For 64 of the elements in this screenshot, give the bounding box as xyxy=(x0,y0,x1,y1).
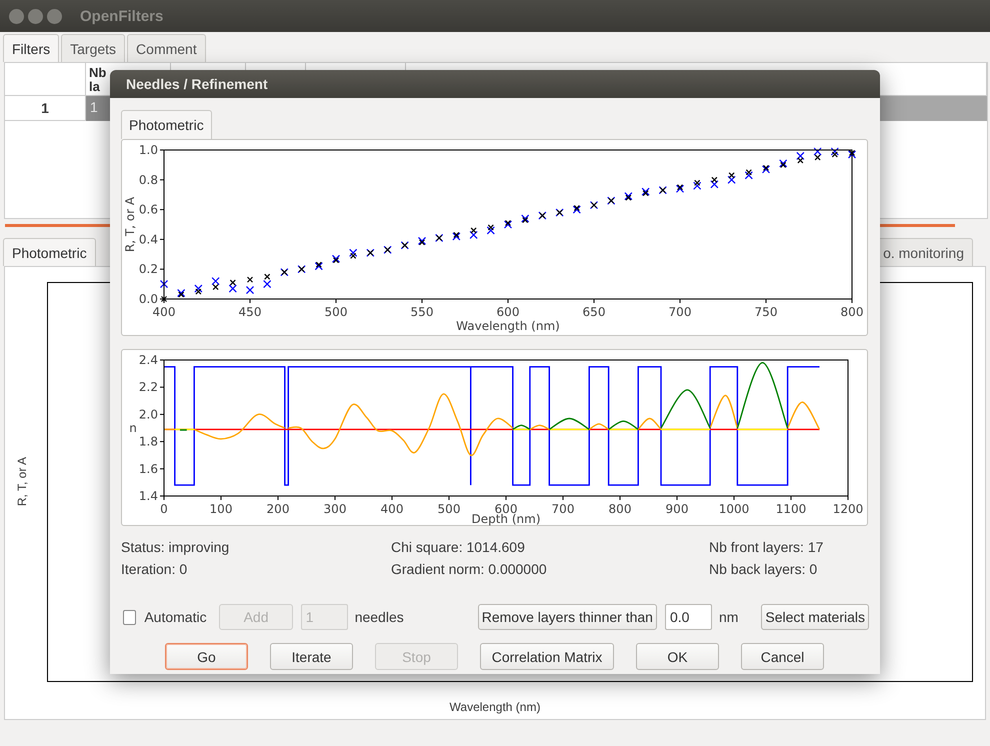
tick-label: 700 xyxy=(552,502,574,516)
axis-label: n xyxy=(129,421,137,435)
tick-label: 200 xyxy=(266,502,290,516)
status-text: Chi square: 1014.609 xyxy=(391,539,526,555)
tick-label: 1.0 xyxy=(138,143,158,157)
tab[interactable]: Comment xyxy=(127,34,206,62)
dialog-button[interactable]: Iterate xyxy=(270,643,353,670)
dialog-button[interactable]: OK xyxy=(636,643,719,670)
status-text: Nb back layers: 0 xyxy=(709,561,818,577)
tab[interactable]: Photometric xyxy=(121,110,212,139)
tick-label: 0 xyxy=(160,502,168,516)
tick-label: 500 xyxy=(438,502,460,516)
tick-label: 900 xyxy=(666,502,688,516)
tick-label: 0.6 xyxy=(138,202,158,217)
thickness-field[interactable]: 0.0 xyxy=(664,604,712,630)
tick-label: 0.2 xyxy=(138,262,158,276)
tick-label: 1100 xyxy=(776,502,806,516)
tick-label: 1000 xyxy=(718,502,750,516)
tick-label: 600 xyxy=(496,305,520,319)
tick-label: 2.0 xyxy=(138,407,158,422)
tick-label: 100 xyxy=(210,502,232,516)
row-header: 1 xyxy=(5,96,86,121)
tab[interactable]: Photometric xyxy=(3,238,96,266)
tick-label: 650 xyxy=(582,305,606,319)
tick-label: 1200 xyxy=(832,502,864,516)
select-materials-button[interactable]: Select materials xyxy=(761,604,869,630)
dialog-title: Needles / Refinement xyxy=(110,70,880,98)
status-text: Status: improving xyxy=(121,539,230,555)
axis-label: Wavelength (nm) xyxy=(456,319,560,333)
tick-label: 800 xyxy=(608,502,632,516)
unit-label: nm xyxy=(718,609,738,625)
tick-label: 1.8 xyxy=(138,434,158,449)
tick-label: 450 xyxy=(238,305,262,319)
tick-label: 300 xyxy=(324,502,346,516)
tick-label: 750 xyxy=(754,305,778,319)
tab[interactable]: Targets xyxy=(61,34,126,62)
dialog-button[interactable]: Cancel xyxy=(741,643,824,670)
tick-label: 0.8 xyxy=(138,172,158,187)
dialog-button[interactable]: Correlation Matrix xyxy=(480,643,614,670)
tick-label: 1.4 xyxy=(138,489,158,503)
tab[interactable]: Filters xyxy=(3,34,60,62)
tick-label: 400 xyxy=(152,305,176,319)
checkbox-label[interactable]: Automatic xyxy=(144,609,220,625)
tick-label: 2.4 xyxy=(138,353,158,367)
axis-label: R, T, or A xyxy=(123,196,137,252)
dialog-button[interactable]: Go xyxy=(165,643,248,670)
remove-layers-button[interactable]: Remove layers thinner than xyxy=(478,604,657,630)
needles-label: needles xyxy=(354,609,404,625)
tick-label: 1.6 xyxy=(138,462,158,476)
tick-label: 700 xyxy=(668,305,692,319)
status-text: Nb front layers: 17 xyxy=(709,539,824,555)
axis-label: Depth (nm) xyxy=(471,512,541,526)
tick-label: 800 xyxy=(840,305,864,319)
axis-label: R, T, or A xyxy=(15,457,27,507)
tick-label: 500 xyxy=(324,305,348,319)
tick-label: 0.4 xyxy=(138,232,158,246)
tick-label: 550 xyxy=(410,305,434,319)
status-text: Iteration: 0 xyxy=(121,561,188,577)
tick-label: 400 xyxy=(380,502,404,516)
tick-label: 0.0 xyxy=(138,292,158,306)
tick-label: 2.2 xyxy=(138,380,158,394)
window-title: OpenFilters xyxy=(80,8,164,24)
status-text: Gradient norm: 0.000000 xyxy=(391,561,548,577)
axis-label: Wavelength (nm) xyxy=(450,700,540,714)
